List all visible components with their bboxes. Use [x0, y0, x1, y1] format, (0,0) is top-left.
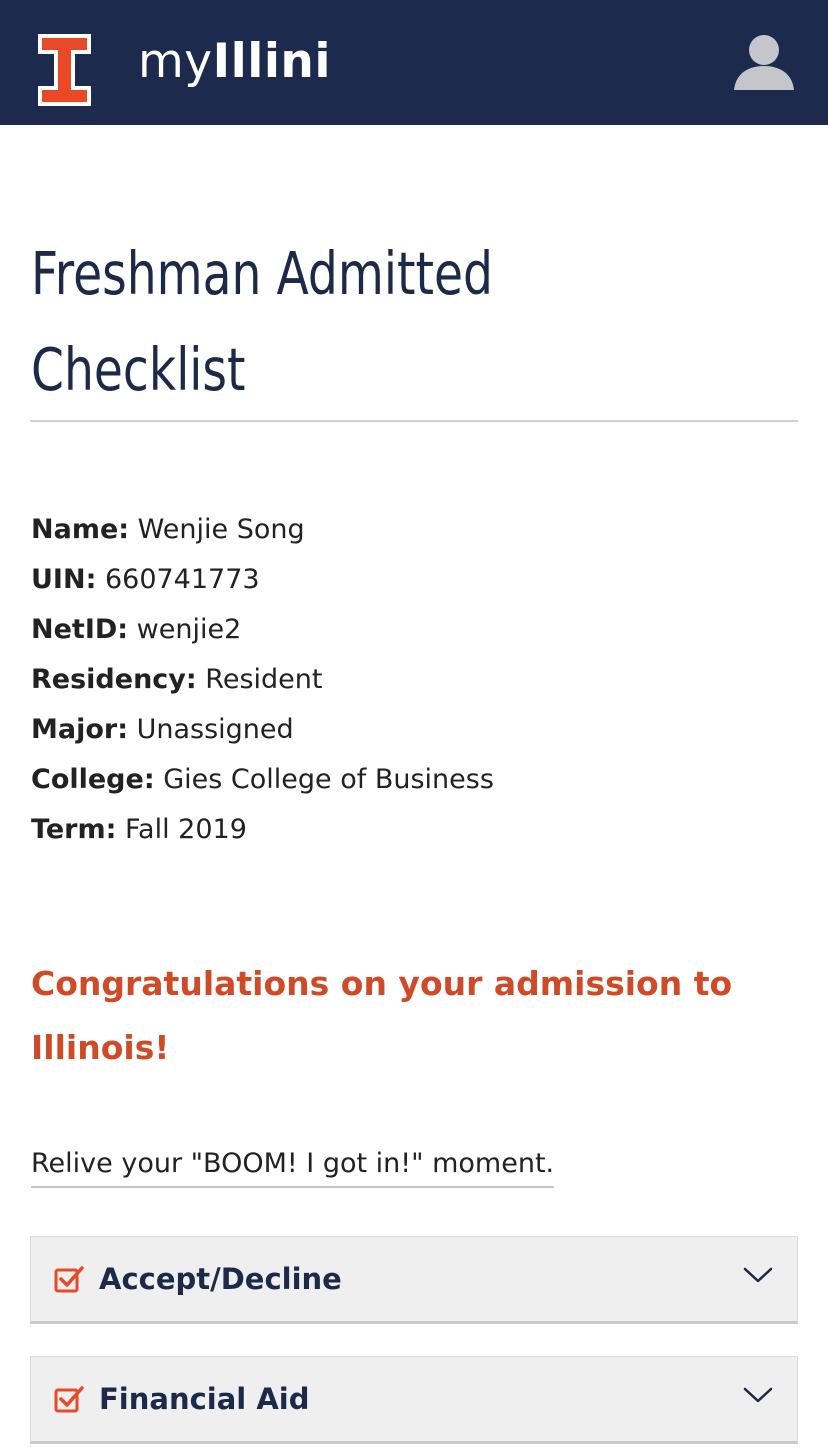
info-row-college: College: Gies College of Business [31, 755, 494, 805]
info-label: NetID: [31, 614, 129, 645]
student-info: Name: Wenjie Song UIN: 660741773 NetID: … [31, 505, 494, 855]
top-nav-bar: myIllini [0, 0, 828, 125]
info-value: Resident [205, 664, 323, 695]
info-value: wenjie2 [136, 614, 242, 645]
info-value: Wenjie Song [137, 514, 305, 545]
chevron-down-icon [743, 1387, 773, 1403]
block-i-logo[interactable] [38, 34, 91, 106]
congratulations-heading: Congratulations on your admission to Ill… [31, 964, 733, 1067]
info-value: Gies College of Business [163, 764, 494, 795]
chevron-down-icon [743, 1267, 773, 1283]
accordion-label: Financial Aid [99, 1382, 310, 1416]
checked-box-icon [54, 1266, 84, 1293]
brand-name: Illini [212, 34, 331, 89]
info-row-netid: NetID: wenjie2 [31, 605, 494, 655]
relive-admission-link[interactable]: Relive your "BOOM! I got in!" moment. [31, 1142, 555, 1188]
accordion-accept-decline[interactable]: Accept/Decline [30, 1236, 798, 1324]
info-value: Unassigned [136, 714, 294, 745]
info-row-name: Name: Wenjie Song [31, 505, 494, 555]
info-label: Residency: [31, 664, 197, 695]
checked-box-icon [54, 1386, 84, 1413]
info-label: UIN: [31, 564, 97, 595]
brand-prefix: my [138, 34, 213, 89]
info-label: College: [31, 764, 155, 795]
page-title: Freshman Admitted Checklist [31, 239, 493, 404]
info-value: Fall 2019 [124, 814, 247, 845]
info-label: Term: [31, 814, 117, 845]
user-silhouette-icon[interactable] [730, 30, 798, 94]
info-row-major: Major: Unassigned [31, 705, 494, 755]
accordion-financial-aid[interactable]: Financial Aid [30, 1356, 798, 1444]
info-row-residency: Residency: Resident [31, 655, 494, 705]
info-label: Major: [31, 714, 129, 745]
app-brand-title[interactable]: myIllini [138, 30, 331, 94]
info-value: 660741773 [104, 564, 260, 595]
accordion-label: Accept/Decline [99, 1262, 342, 1296]
info-row-term: Term: Fall 2019 [31, 805, 494, 855]
title-divider [30, 420, 798, 422]
info-label: Name: [31, 514, 130, 545]
info-row-uin: UIN: 660741773 [31, 555, 494, 605]
